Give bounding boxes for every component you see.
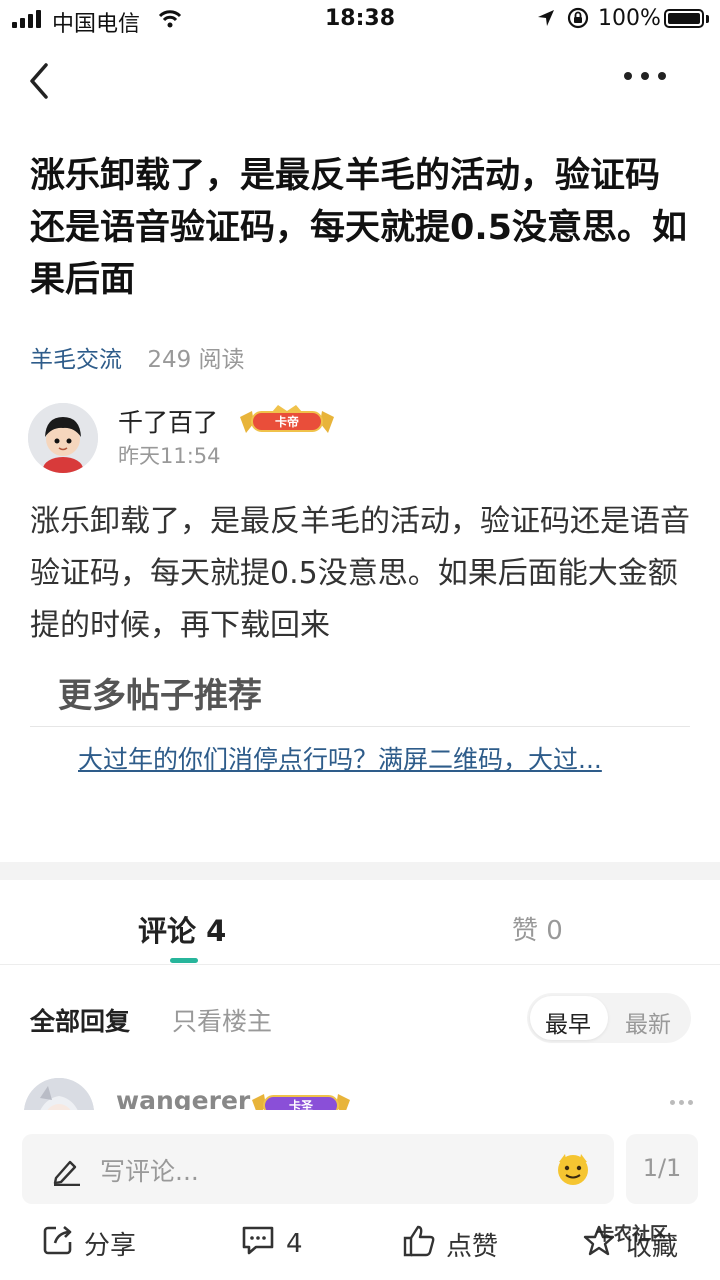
battery-percent: 100% xyxy=(598,6,661,31)
rank-badge: 卡帝 xyxy=(238,405,336,441)
section-separator xyxy=(0,862,720,880)
post-title: 涨乐卸载了，是最反羊毛的活动，验证码还是语音验证码，每天就提0.5没意思。如果后… xyxy=(30,156,688,300)
like-button[interactable]: 点赞 xyxy=(402,1224,498,1265)
page-indicator: 1/1 xyxy=(642,1154,682,1182)
active-tab-indicator xyxy=(170,958,198,963)
emoji-icon[interactable] xyxy=(555,1152,591,1190)
share-label: 分享 xyxy=(84,1231,137,1261)
comment-more-icon[interactable] xyxy=(670,1100,693,1105)
filter-all-replies[interactable]: 全部回复 xyxy=(30,1002,130,1038)
post-time: 昨天11:54 xyxy=(118,444,221,468)
author-avatar[interactable] xyxy=(28,403,98,473)
like-label: 点赞 xyxy=(446,1232,499,1262)
location-icon xyxy=(536,8,556,34)
comments-button[interactable]: 4 xyxy=(240,1224,303,1263)
battery-nub xyxy=(706,15,709,23)
author-name[interactable]: 千了百了 xyxy=(118,403,218,439)
tab-comments[interactable]: 评论 4 xyxy=(138,908,226,950)
pen-icon xyxy=(50,1156,82,1190)
share-icon xyxy=(42,1224,74,1263)
tab-likes[interactable]: 赞 0 xyxy=(512,910,563,947)
thumbs-up-icon xyxy=(402,1224,436,1265)
divider xyxy=(30,726,690,727)
filter-op-only[interactable]: 只看楼主 xyxy=(172,1002,272,1038)
category-tag[interactable]: 羊毛交流 xyxy=(30,347,122,373)
comment-icon xyxy=(240,1224,276,1263)
status-bar: 中国电信 18:38 100% xyxy=(0,0,720,40)
rotation-lock-icon xyxy=(566,6,590,36)
back-icon[interactable] xyxy=(28,62,50,104)
share-button[interactable]: 分享 xyxy=(42,1224,136,1263)
recommended-post-link[interactable]: 大过年的你们消停点行吗？满屏二维码，大过... xyxy=(78,740,602,776)
more-options-icon[interactable] xyxy=(624,72,666,80)
read-count: 249 阅读 xyxy=(147,347,245,373)
comment-count: 4 xyxy=(286,1228,303,1259)
post-meta: 羊毛交流 249 阅读 xyxy=(30,340,245,374)
battery-icon xyxy=(664,9,704,28)
recommend-heading: 更多帖子推荐 xyxy=(58,676,262,716)
comment-input-placeholder[interactable]: 写评论... xyxy=(100,1152,199,1188)
community-watermark: 卡农社区 xyxy=(596,1224,668,1245)
rank-badge-label: 卡帝 xyxy=(275,414,299,429)
post-body: 涨乐卸载了，是最反羊毛的活动，验证码还是语音验证码，每天就提0.5没意思。如果后… xyxy=(30,504,690,643)
sort-latest[interactable]: 最新 xyxy=(625,1005,671,1039)
sort-earliest[interactable]: 最早 xyxy=(545,1005,591,1039)
divider xyxy=(0,964,720,965)
